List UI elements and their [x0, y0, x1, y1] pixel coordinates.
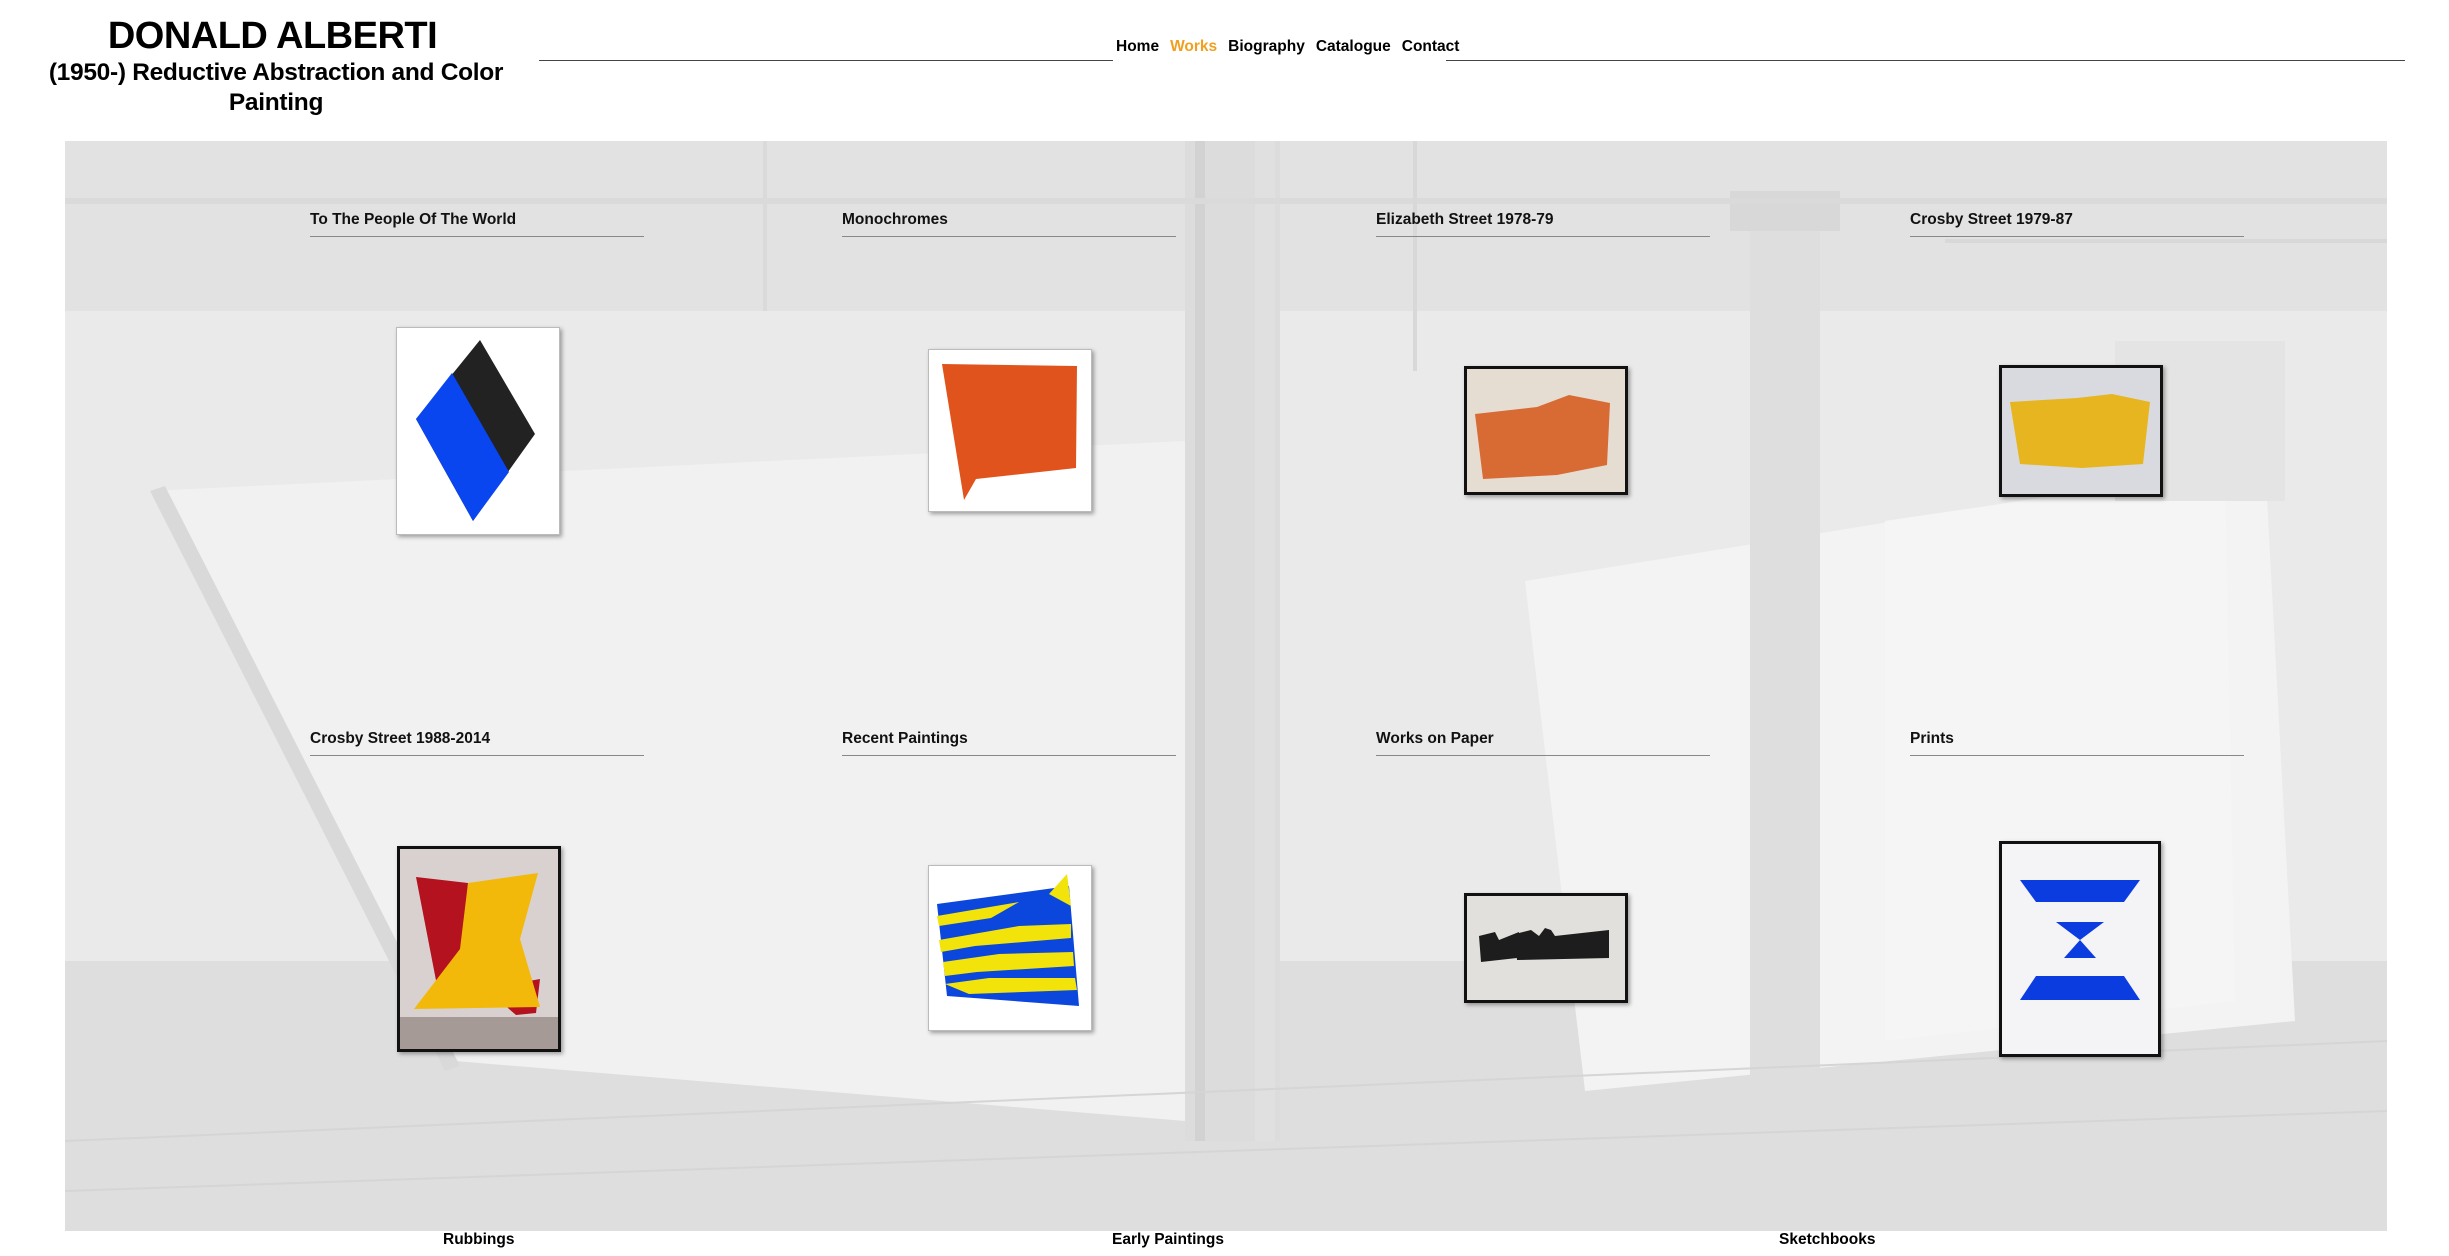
category-label[interactable]: Elizabeth Street 1978-79: [1376, 210, 1710, 237]
category-label[interactable]: Crosby Street 1988-2014: [310, 729, 644, 756]
gallery-background: To The People Of The World Monochromes E…: [65, 141, 2387, 1231]
red-yellow-painting-photo-icon[interactable]: [397, 846, 561, 1052]
yellow-shaped-painting-photo-icon[interactable]: [1999, 365, 2163, 497]
nav-contact[interactable]: Contact: [1402, 38, 1460, 62]
black-shapes-on-paper-icon[interactable]: [1464, 893, 1628, 1003]
category-label[interactable]: Works on Paper: [1376, 729, 1710, 756]
nav-home[interactable]: Home: [1116, 38, 1159, 62]
nav-catalogue[interactable]: Catalogue: [1316, 38, 1391, 62]
header-divider-right: [1446, 60, 2405, 61]
footer-link-sketchbooks[interactable]: Sketchbooks: [1779, 1230, 1875, 1250]
site-title[interactable]: DONALD ALBERTI: [0, 14, 545, 58]
category-label[interactable]: Crosby Street 1979-87: [1910, 210, 2244, 237]
header-divider-left: [539, 60, 1113, 61]
footer-link-rubbings[interactable]: Rubbings: [443, 1230, 514, 1250]
footer-link-early-paintings[interactable]: Early Paintings: [1112, 1230, 1224, 1250]
orange-shaped-painting-photo-icon[interactable]: [1464, 366, 1628, 495]
main-nav: Home Works Biography Catalogue Contact: [1116, 38, 1459, 62]
category-label[interactable]: Prints: [1910, 729, 2244, 756]
category-label[interactable]: Monochromes: [842, 210, 1176, 237]
gallery-photo: [65, 141, 2387, 1231]
nav-works[interactable]: Works: [1170, 38, 1217, 62]
category-label[interactable]: Recent Paintings: [842, 729, 1176, 756]
blue-hourglass-print-icon[interactable]: [1999, 841, 2161, 1057]
orange-monochrome-painting-icon[interactable]: [928, 349, 1092, 512]
nav-biography[interactable]: Biography: [1228, 38, 1305, 62]
blue-black-diamond-painting-icon[interactable]: [396, 327, 560, 535]
site-subtitle: (1950-) Reductive Abstraction and Color …: [48, 59, 504, 116]
blue-yellow-stripe-painting-icon[interactable]: [928, 865, 1092, 1031]
category-label[interactable]: To The People Of The World: [310, 210, 644, 237]
